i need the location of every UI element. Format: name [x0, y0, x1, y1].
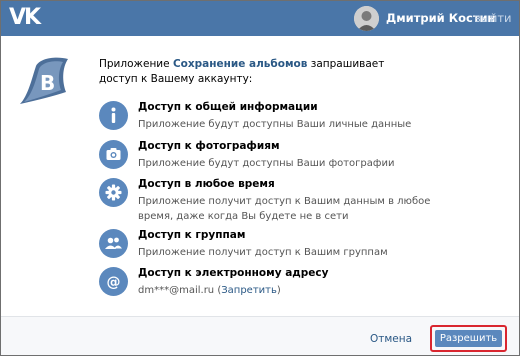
permission-title: Доступ к общей информации	[138, 101, 318, 113]
logout-link[interactable]: выйти	[474, 11, 512, 25]
email-value: dm***@mail.ru	[138, 285, 215, 296]
allow-button-highlight: Разрешить	[430, 325, 507, 352]
at-icon: @	[99, 267, 128, 296]
intro-prefix: Приложение	[99, 58, 173, 70]
svg-text:@: @	[107, 275, 121, 291]
permission-description: dm***@mail.ru (Запретить)	[138, 283, 438, 298]
avatar[interactable]	[354, 6, 379, 31]
cancel-button[interactable]: Отмена	[370, 333, 412, 345]
permission-description: Приложение получит доступ к Вашим группа…	[138, 247, 388, 258]
paren-close: )	[276, 285, 281, 296]
people-icon	[99, 229, 128, 258]
user-photo-icon	[354, 6, 379, 31]
allow-button[interactable]: Разрешить	[435, 330, 502, 347]
permission-title: Доступ к фотографиям	[138, 140, 280, 152]
app-logo-icon: B	[20, 57, 68, 104]
permission-description: Приложение получит доступ к Вашим данным…	[138, 196, 431, 222]
deny-email-link[interactable]: Запретить	[221, 285, 277, 296]
permission-title: Доступ в любое время	[138, 178, 275, 190]
svg-text:B: B	[40, 71, 55, 95]
vk-logo[interactable]: VK	[9, 7, 43, 29]
permission-title: Доступ к электронному адресу	[138, 267, 329, 279]
camera-icon	[99, 140, 128, 169]
top-bar: VK Дмитрий Костин выйти	[1, 1, 519, 36]
app-name-link[interactable]: Сохранение альбомов	[173, 58, 307, 70]
gear-icon	[99, 178, 128, 207]
permission-description: Приложение будут доступны Ваши фотографи…	[138, 158, 395, 169]
permission-title: Доступ к группам	[138, 229, 246, 241]
app-icon: B	[16, 56, 76, 108]
intro-text: Приложение Сохранение альбомов запрашива…	[99, 57, 419, 87]
info-icon	[99, 101, 128, 130]
permission-description: Приложение будут доступны Ваши личные да…	[138, 119, 412, 130]
